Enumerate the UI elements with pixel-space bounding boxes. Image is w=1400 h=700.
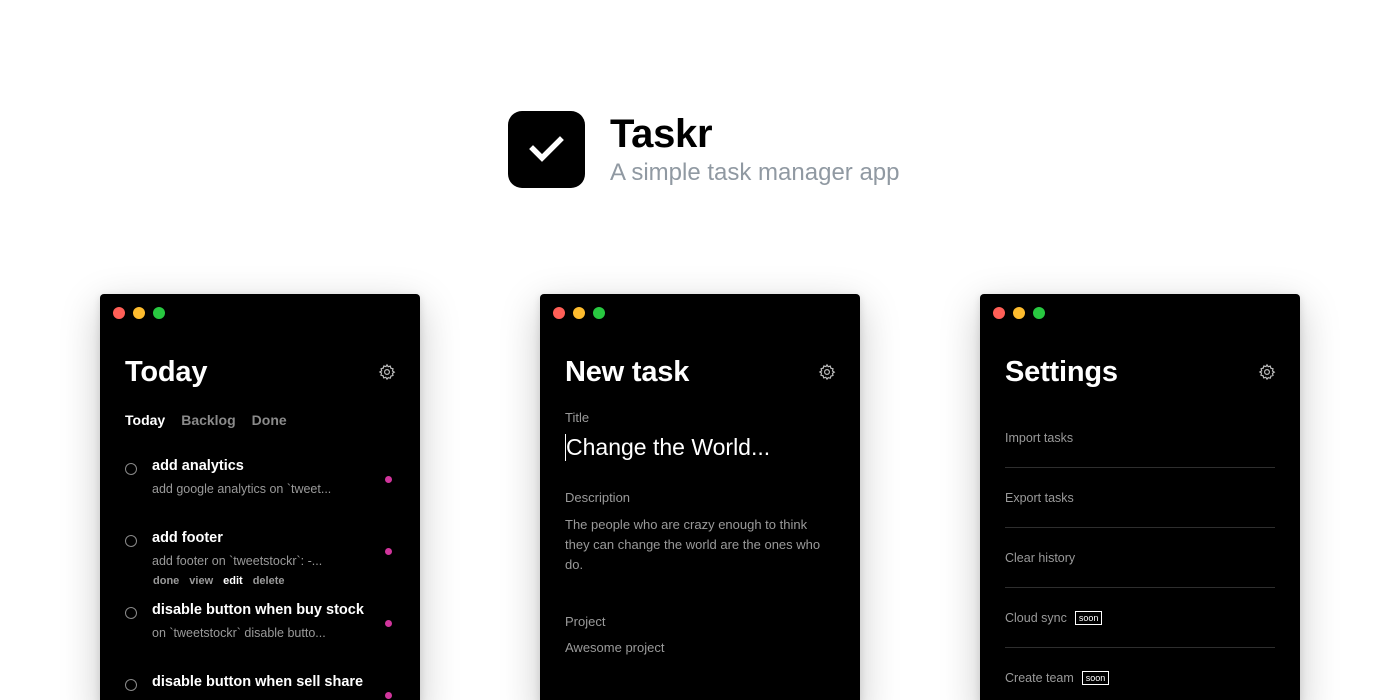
soon-badge: soon: [1074, 610, 1103, 625]
task-edit-action[interactable]: edit: [223, 575, 243, 587]
new-task-window: New task Title Change the World... Descr…: [540, 294, 860, 700]
task-actions: done view edit delete: [153, 575, 285, 587]
task-title-input[interactable]: Change the World...: [565, 434, 835, 461]
setting-create-team[interactable]: Create team soon: [1005, 648, 1275, 700]
today-window: Today Today Backlog Done add analytics a…: [100, 294, 420, 700]
task-description: add google analytics on `tweet...: [152, 482, 332, 496]
setting-label: Export tasks: [1005, 490, 1074, 505]
close-window-button[interactable]: [113, 307, 125, 319]
window-controls: [553, 307, 605, 319]
task-checkbox[interactable]: [125, 679, 137, 691]
tab-backlog[interactable]: Backlog: [181, 412, 235, 428]
task-description: add footer on `tweetstockr`: -...: [152, 554, 323, 568]
close-window-button[interactable]: [993, 307, 1005, 319]
description-label: Description: [565, 490, 631, 505]
tab-done[interactable]: Done: [252, 412, 287, 428]
zoom-window-button[interactable]: [1033, 307, 1045, 319]
setting-label: Clear history: [1005, 550, 1076, 565]
minimize-window-button[interactable]: [1013, 307, 1025, 319]
task-checkbox[interactable]: [125, 607, 137, 619]
settings-window: Settings Import tasks Export tasks Clear…: [980, 294, 1300, 700]
brand-header: Taskr A simple task manager app: [508, 110, 900, 188]
project-color-dot: [385, 620, 392, 627]
app-logo: [508, 110, 585, 188]
task-done-action[interactable]: done: [153, 575, 179, 587]
gear-icon[interactable]: [378, 363, 396, 381]
setting-label: Cloud sync: [1005, 610, 1067, 625]
zoom-window-button[interactable]: [153, 307, 165, 319]
task-title: add analytics: [152, 458, 244, 474]
gear-icon[interactable]: [818, 363, 836, 381]
window-controls: [993, 307, 1045, 319]
task-checkbox[interactable]: [125, 463, 137, 475]
page-title: New task: [565, 356, 690, 388]
project-color-dot: [385, 548, 392, 555]
gear-icon[interactable]: [1258, 363, 1276, 381]
title-label: Title: [565, 410, 590, 425]
task-tabs: Today Backlog Done: [125, 412, 287, 428]
page: Taskr A simple task manager app Today To…: [0, 0, 1400, 700]
task-title: add footer: [152, 530, 223, 546]
setting-label: Import tasks: [1005, 430, 1074, 445]
project-select[interactable]: Awesome project: [565, 640, 664, 655]
soon-badge: soon: [1081, 670, 1110, 685]
task-title-value: Change the World...: [566, 434, 771, 460]
task-title: disable button when buy stock: [152, 602, 364, 618]
task-description-input[interactable]: The people who are crazy enough to think…: [565, 515, 835, 575]
task-checkbox[interactable]: [125, 535, 137, 547]
tab-today[interactable]: Today: [125, 412, 165, 428]
task-view-action[interactable]: view: [189, 575, 213, 587]
task-description: on `tweetstockr` disable butto...: [152, 626, 326, 640]
checkmark-icon: [528, 136, 564, 162]
window-controls: [113, 307, 165, 319]
minimize-window-button[interactable]: [573, 307, 585, 319]
task-title: disable button when sell share: [152, 674, 364, 690]
setting-export-tasks[interactable]: Export tasks: [1005, 468, 1275, 528]
setting-import-tasks[interactable]: Import tasks: [1005, 408, 1275, 468]
setting-label: Create team: [1005, 670, 1074, 685]
minimize-window-button[interactable]: [133, 307, 145, 319]
close-window-button[interactable]: [553, 307, 565, 319]
app-tagline: A simple task manager app: [610, 159, 900, 186]
task-delete-action[interactable]: delete: [253, 575, 285, 587]
project-color-dot: [385, 476, 392, 483]
project-label: Project: [565, 614, 606, 629]
zoom-window-button[interactable]: [593, 307, 605, 319]
setting-cloud-sync[interactable]: Cloud sync soon: [1005, 588, 1275, 648]
page-title: Settings: [1005, 356, 1118, 388]
project-color-dot: [385, 692, 392, 699]
setting-clear-history[interactable]: Clear history: [1005, 528, 1275, 588]
app-name: Taskr: [610, 112, 713, 156]
page-title: Today: [125, 356, 208, 388]
